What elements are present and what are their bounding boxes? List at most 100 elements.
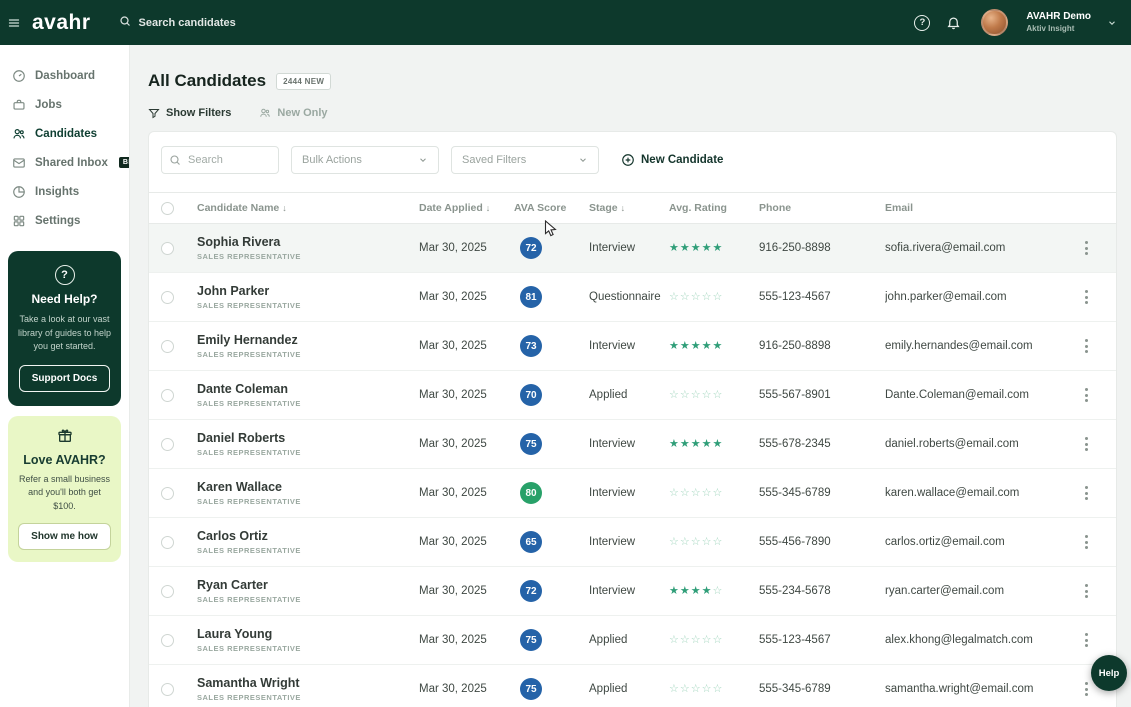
row-actions-menu[interactable]: [1079, 529, 1094, 555]
table-body: Sophia Rivera SALES REPRESENTATIVE Mar 3…: [149, 224, 1116, 707]
candidate-name[interactable]: Samantha Wright: [197, 676, 419, 690]
col-ava-score[interactable]: AVA Score: [514, 202, 589, 214]
row-actions-menu[interactable]: [1079, 382, 1094, 408]
star-empty-icon: ☆: [712, 535, 723, 548]
stage: Questionnaire: [589, 291, 661, 303]
row-select-radio[interactable]: [161, 339, 174, 353]
col-email[interactable]: Email: [885, 202, 1068, 214]
email: samantha.wright@email.com: [885, 683, 1034, 695]
phone: 916-250-8898: [759, 242, 831, 254]
new-candidate-button[interactable]: New Candidate: [621, 153, 723, 167]
candidate-name[interactable]: Ryan Carter: [197, 578, 419, 592]
new-only-toggle[interactable]: New Only: [259, 107, 328, 119]
help-fab[interactable]: Help: [1091, 655, 1127, 691]
candidate-name[interactable]: Carlos Ortiz: [197, 529, 419, 543]
ava-score-badge: 81: [520, 286, 542, 308]
table-row[interactable]: Daniel Roberts SALES REPRESENTATIVE Mar …: [149, 420, 1116, 469]
sidebar-item-dashboard[interactable]: Dashboard: [0, 61, 129, 90]
row-select-radio[interactable]: [161, 486, 174, 500]
candidate-role: SALES REPRESENTATIVE: [197, 301, 301, 310]
date-applied: Mar 30, 2025: [419, 536, 487, 548]
table-row[interactable]: Sophia Rivera SALES REPRESENTATIVE Mar 3…: [149, 224, 1116, 273]
star-filled-icon: ★: [669, 437, 679, 450]
candidate-name[interactable]: Dante Coleman: [197, 382, 419, 396]
table-row[interactable]: Dante Coleman SALES REPRESENTATIVE Mar 3…: [149, 371, 1116, 420]
bell-icon[interactable]: [946, 15, 961, 30]
candidate-name[interactable]: Karen Wallace: [197, 480, 419, 494]
col-stage[interactable]: Stage ↓: [589, 202, 669, 214]
row-select-radio[interactable]: [161, 290, 174, 304]
col-candidate-name[interactable]: Candidate Name ↓: [197, 202, 419, 214]
row-select-radio[interactable]: [161, 241, 174, 255]
global-search-placeholder: Search candidates: [138, 16, 236, 29]
row-select-radio[interactable]: [161, 388, 174, 402]
saved-filters-select[interactable]: Saved Filters: [451, 146, 599, 174]
date-applied: Mar 30, 2025: [419, 291, 487, 303]
sidebar-item-insights[interactable]: Insights: [0, 177, 129, 206]
table-row[interactable]: Karen Wallace SALES REPRESENTATIVE Mar 3…: [149, 469, 1116, 518]
table-row[interactable]: Carlos Ortiz SALES REPRESENTATIVE Mar 30…: [149, 518, 1116, 567]
row-select-radio[interactable]: [161, 633, 174, 647]
date-applied: Mar 30, 2025: [419, 438, 487, 450]
menu-icon[interactable]: [8, 17, 20, 29]
stage: Applied: [589, 634, 628, 646]
ava-score-badge: 72: [520, 580, 542, 602]
email: john.parker@email.com: [885, 291, 1007, 303]
sidebar-item-label: Shared Inbox: [35, 156, 108, 169]
show-me-how-button[interactable]: Show me how: [18, 523, 111, 550]
row-actions-menu[interactable]: [1079, 627, 1094, 653]
star-filled-icon: ★: [669, 241, 679, 254]
help-icon[interactable]: ?: [914, 14, 931, 31]
candidate-name[interactable]: John Parker: [197, 284, 419, 298]
sidebar-item-shared-inbox[interactable]: Shared Inbox BETA: [0, 148, 129, 177]
rating-stars: ☆ ☆ ☆ ☆ ☆: [669, 683, 759, 695]
sidebar-item-candidates[interactable]: Candidates: [0, 119, 129, 148]
row-actions-menu[interactable]: [1079, 284, 1094, 310]
candidate-cell: Sophia Rivera SALES REPRESENTATIVE: [197, 235, 419, 261]
star-empty-icon: ☆: [679, 290, 690, 303]
star-empty-icon: ☆: [712, 388, 723, 401]
col-date-applied[interactable]: Date Applied ↓: [419, 202, 514, 214]
table-row[interactable]: Laura Young SALES REPRESENTATIVE Mar 30,…: [149, 616, 1116, 665]
star-empty-icon: ☆: [712, 633, 723, 646]
show-filters-button[interactable]: Show Filters: [148, 107, 231, 119]
app-logo[interactable]: avahr: [32, 11, 91, 35]
avatar[interactable]: [981, 9, 1009, 36]
stage: Applied: [589, 683, 628, 695]
row-actions-menu[interactable]: [1079, 235, 1094, 261]
row-actions-menu[interactable]: [1079, 578, 1094, 604]
date-applied: Mar 30, 2025: [419, 242, 487, 254]
support-docs-button[interactable]: Support Docs: [18, 364, 111, 392]
referral-card: Love AVAHR? Refer a small business and y…: [8, 415, 121, 562]
row-select-radio[interactable]: [161, 437, 174, 451]
help-card-body: Take a look at our vast library of guide…: [17, 314, 112, 351]
row-actions-menu[interactable]: [1079, 676, 1094, 702]
bulk-actions-select[interactable]: Bulk Actions: [291, 146, 439, 174]
sidebar-item-jobs[interactable]: Jobs: [0, 90, 129, 119]
candidate-name[interactable]: Emily Hernandez: [197, 333, 419, 347]
select-all-radio[interactable]: [161, 201, 174, 215]
candidate-name[interactable]: Laura Young: [197, 627, 419, 641]
account-menu[interactable]: AVAHR Demo Aktiv Insight: [1026, 11, 1091, 34]
table-row[interactable]: Samantha Wright SALES REPRESENTATIVE Mar…: [149, 665, 1116, 707]
sidebar-item-settings[interactable]: Settings: [0, 206, 129, 235]
table-row[interactable]: John Parker SALES REPRESENTATIVE Mar 30,…: [149, 273, 1116, 322]
row-actions-menu[interactable]: [1079, 333, 1094, 359]
help-card: ? Need Help? Take a look at our vast lib…: [8, 251, 121, 406]
candidate-name[interactable]: Sophia Rivera: [197, 235, 419, 249]
col-phone[interactable]: Phone: [759, 202, 885, 214]
row-select-radio[interactable]: [161, 535, 174, 549]
table-search: [161, 146, 279, 174]
row-actions-menu[interactable]: [1079, 431, 1094, 457]
chevron-down-icon[interactable]: [1107, 18, 1117, 28]
table-row[interactable]: Emily Hernandez SALES REPRESENTATIVE Mar…: [149, 322, 1116, 371]
table-row[interactable]: Ryan Carter SALES REPRESENTATIVE Mar 30,…: [149, 567, 1116, 616]
row-actions-menu[interactable]: [1079, 480, 1094, 506]
star-empty-icon: ☆: [669, 388, 679, 401]
row-select-radio[interactable]: [161, 584, 174, 598]
candidate-name[interactable]: Daniel Roberts: [197, 431, 419, 445]
col-avg-rating[interactable]: Avg. Rating: [669, 202, 759, 214]
sort-down-icon: ↓: [485, 203, 491, 213]
row-select-radio[interactable]: [161, 682, 174, 696]
global-search[interactable]: Search candidates: [119, 15, 236, 30]
